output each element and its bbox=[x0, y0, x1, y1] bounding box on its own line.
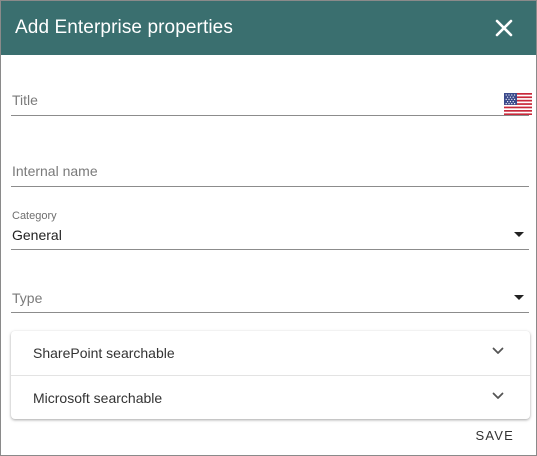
accordion-item-label: SharePoint searchable bbox=[33, 345, 175, 361]
chevron-down-icon bbox=[492, 392, 504, 399]
title-placeholder: Title bbox=[12, 92, 38, 108]
chevron-down-icon bbox=[514, 232, 524, 237]
category-value: General bbox=[12, 227, 62, 243]
category-select[interactable]: Category General bbox=[11, 208, 529, 250]
type-placeholder: Type bbox=[12, 290, 43, 306]
close-button[interactable] bbox=[492, 16, 516, 40]
accordion-item-microsoft-searchable[interactable]: Microsoft searchable bbox=[11, 375, 530, 419]
add-enterprise-properties-dialog: Add Enterprise properties Title Internal… bbox=[0, 0, 537, 456]
us-flag-icon[interactable] bbox=[504, 93, 532, 115]
dialog-title: Add Enterprise properties bbox=[15, 17, 233, 38]
title-field[interactable]: Title bbox=[11, 85, 529, 116]
dialog-header: Add Enterprise properties bbox=[1, 1, 536, 55]
category-label: Category bbox=[12, 210, 57, 222]
accordion-item-sharepoint-searchable[interactable]: SharePoint searchable bbox=[11, 331, 530, 375]
internal-name-field[interactable]: Internal name bbox=[11, 156, 529, 187]
searchable-accordion: SharePoint searchable Microsoft searchab… bbox=[11, 331, 530, 419]
accordion-item-label: Microsoft searchable bbox=[33, 390, 163, 406]
chevron-down-icon bbox=[514, 295, 524, 300]
close-icon bbox=[495, 19, 513, 37]
save-button[interactable]: SAVE bbox=[475, 428, 514, 443]
chevron-down-icon bbox=[492, 347, 504, 354]
type-select[interactable]: Type bbox=[11, 282, 529, 313]
internal-name-placeholder: Internal name bbox=[12, 163, 98, 179]
